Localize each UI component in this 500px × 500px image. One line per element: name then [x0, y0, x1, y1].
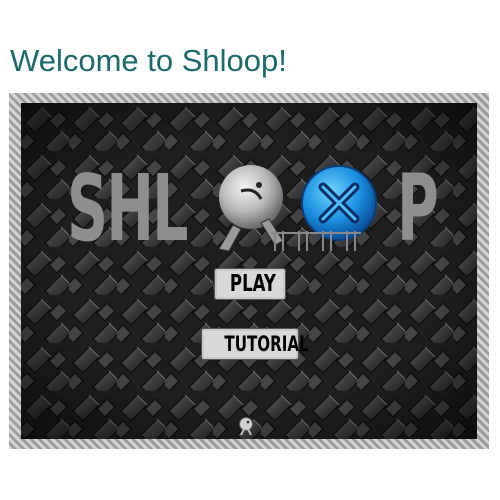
play-button[interactable]: PLAY: [215, 269, 285, 299]
page-title: Welcome to Shloop!: [10, 43, 287, 78]
chain-legs-icon: [271, 231, 361, 251]
game-canvas[interactable]: SHL P PLAY TUTORIAL: [21, 103, 477, 439]
logo-text-left: SHL: [67, 155, 188, 262]
play-button-label: PLAY: [229, 271, 276, 297]
mini-character-icon: [239, 417, 253, 436]
tutorial-button-label: TUTORIAL: [224, 332, 309, 356]
logo-text-right: P: [397, 155, 439, 262]
game-frame: SHL P PLAY TUTORIAL: [9, 93, 489, 449]
tutorial-button[interactable]: TUTORIAL: [202, 329, 309, 359]
game-logo: SHL P: [21, 155, 477, 265]
